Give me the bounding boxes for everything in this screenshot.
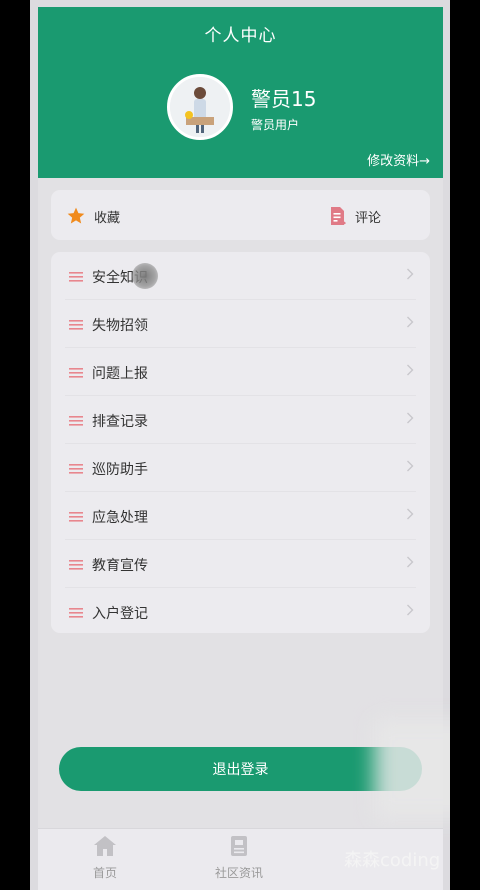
menu-list: 安全知识 失物招领 问题上报 排查记录 巡防助手 应急处理 教育宣传 入户登记: [51, 252, 430, 633]
chevron-right-icon: [407, 460, 414, 472]
favorites-button[interactable]: 收藏: [66, 206, 120, 226]
menu-item-safety-knowledge[interactable]: 安全知识: [65, 252, 416, 300]
menu-item-emergency-handling[interactable]: 应急处理: [65, 492, 416, 540]
profile-header: 个人中心 警员15 警员用户 修改资料→: [38, 7, 443, 178]
menu-item-patrol-assistant[interactable]: 巡防助手: [65, 444, 416, 492]
tab-label: 社区资讯: [214, 866, 263, 880]
blurred-region: [374, 719, 450, 819]
tab-label: 首页: [92, 866, 117, 880]
quick-actions-card: 收藏 评论: [51, 190, 430, 240]
chevron-right-icon: [407, 316, 414, 328]
favorites-label: 收藏: [94, 210, 121, 226]
comments-button[interactable]: 评论: [329, 206, 381, 226]
menu-icon: [69, 368, 83, 378]
menu-item-household-registration[interactable]: 入户登记: [65, 588, 416, 635]
menu-item-label: 教育宣传: [92, 558, 148, 574]
chevron-right-icon: [407, 268, 414, 280]
menu-item-label: 问题上报: [92, 366, 148, 382]
comment-doc-icon: [331, 207, 346, 225]
chevron-right-icon: [407, 412, 414, 424]
page-title: 个人中心: [204, 26, 277, 46]
edit-profile-link[interactable]: 修改资料→: [367, 150, 430, 169]
menu-item-education-promotion[interactable]: 教育宣传: [65, 540, 416, 588]
chevron-right-icon: [407, 556, 414, 568]
menu-item-label: 巡防助手: [92, 462, 148, 478]
logout-button[interactable]: 退出登录: [59, 747, 422, 791]
menu-icon: [69, 464, 83, 474]
menu-icon: [69, 608, 83, 618]
phone-screen: 个人中心 警员15 警员用户 修改资料→ 收藏 评论 安全知识 失物招领 问题上…: [30, 0, 450, 890]
chevron-right-icon: [407, 508, 414, 520]
menu-item-inspection-records[interactable]: 排查记录: [65, 396, 416, 444]
chevron-right-icon: [407, 364, 414, 376]
menu-item-label: 失物招领: [92, 318, 148, 334]
menu-icon: [69, 560, 83, 570]
avatar[interactable]: [167, 74, 233, 140]
menu-icon: [69, 512, 83, 522]
app-viewport: 个人中心 警员15 警员用户 修改资料→ 收藏 评论 安全知识 失物招领 问题上…: [38, 7, 450, 890]
touch-cursor-indicator: [132, 263, 158, 289]
menu-icon: [69, 272, 83, 282]
tab-home[interactable]: 首页: [65, 835, 145, 881]
comments-label: 评论: [355, 210, 382, 226]
menu-icon: [69, 320, 83, 330]
user-type: 警员用户: [251, 118, 300, 132]
chevron-right-icon: [407, 604, 414, 616]
menu-icon: [69, 416, 83, 426]
menu-item-issue-report[interactable]: 问题上报: [65, 348, 416, 396]
tab-community-news[interactable]: 社区资讯: [199, 835, 279, 881]
menu-item-lost-and-found[interactable]: 失物招领: [65, 300, 416, 348]
username: 警员15: [251, 87, 317, 111]
menu-item-label: 应急处理: [92, 510, 148, 526]
menu-item-label: 排查记录: [92, 414, 148, 430]
star-icon: [67, 207, 85, 224]
home-icon: [94, 836, 116, 856]
watermark-text: 森森coding: [344, 850, 441, 871]
menu-item-label: 入户登记: [92, 606, 148, 622]
news-icon: [231, 836, 247, 856]
